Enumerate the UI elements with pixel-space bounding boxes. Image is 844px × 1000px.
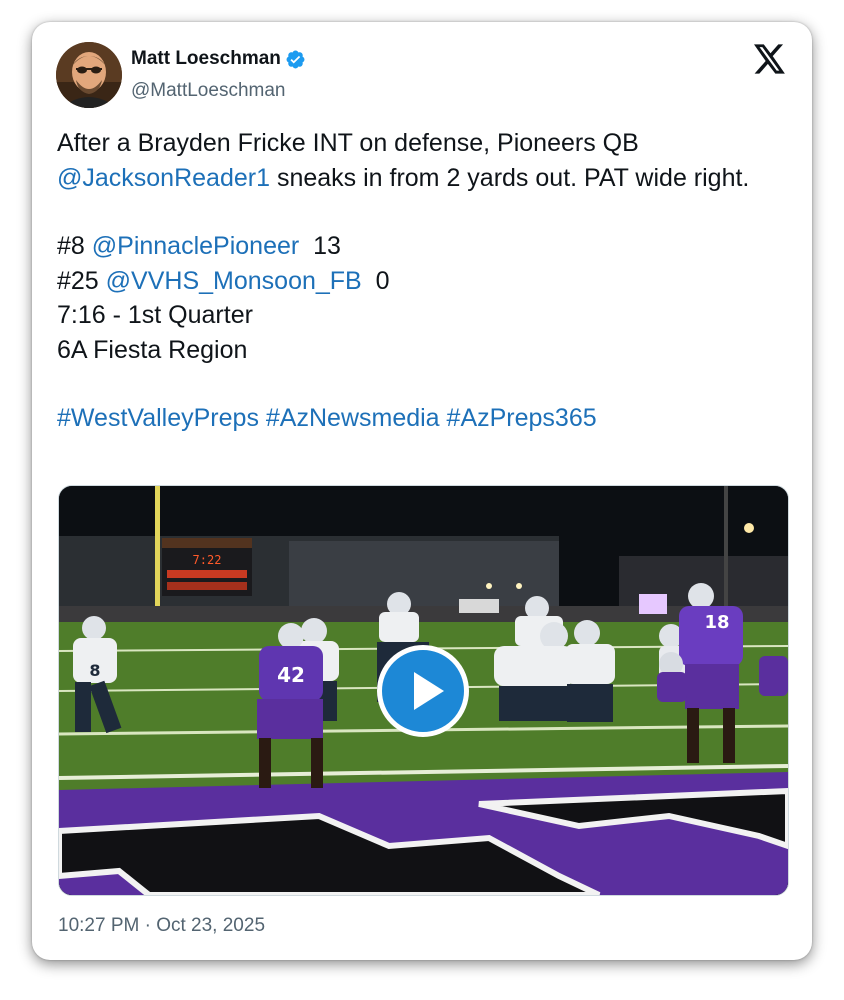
- tweet-text-line: After a Brayden Fricke INT on defense, P…: [57, 129, 639, 157]
- tweet-text-line: sneaks in from 2 yards out. PAT wide rig…: [270, 163, 750, 192]
- video-media[interactable]: 7:22 8 42 18: [58, 485, 789, 896]
- tweet-paragraph-play: After a Brayden Fricke INT on defense, P…: [57, 126, 792, 195]
- jersey-number: 18: [704, 612, 729, 633]
- author-display-name[interactable]: Matt Loeschman: [131, 48, 281, 70]
- author-name-row[interactable]: Matt Loeschman: [131, 48, 306, 70]
- x-logo-icon[interactable]: [754, 44, 786, 74]
- play-icon: [414, 672, 444, 710]
- team2-score: 0: [361, 266, 390, 295]
- scoreboard-clock: 7:22: [193, 553, 222, 567]
- tweet-timestamp[interactable]: 10:27 PM · Oct 23, 2025: [58, 915, 265, 937]
- avatar[interactable]: [56, 42, 122, 108]
- hashtag-aznewsmedia[interactable]: #AzNewsmedia: [266, 404, 440, 432]
- author-handle[interactable]: @MattLoeschman: [131, 80, 285, 102]
- hashtag-line: #WestValleyPreps #AzNewsmedia #AzPreps36…: [57, 401, 792, 436]
- verified-badge-icon: [286, 50, 305, 68]
- mention-jacksonreader1[interactable]: @JacksonReader1: [57, 164, 270, 192]
- team2-rank: #25: [57, 266, 106, 295]
- score-line-team1: #8 @PinnaclePioneer 13: [57, 229, 792, 264]
- mention-pinnaclepioneer[interactable]: @PinnaclePioneer: [92, 232, 299, 260]
- mention-vvhs-monsoon-fb[interactable]: @VVHS_Monsoon_FB: [106, 267, 362, 295]
- team1-score: 13: [299, 232, 341, 260]
- avatar-image: [56, 42, 122, 108]
- play-button[interactable]: [377, 645, 469, 737]
- jersey-number: 8: [89, 661, 100, 680]
- team1-rank: #8: [57, 232, 92, 260]
- tweet-body: After a Brayden Fricke INT on defense, P…: [57, 126, 792, 436]
- hashtag-westvalleypreps[interactable]: #WestValleyPreps: [57, 404, 259, 432]
- game-clock: 7:16 - 1st Quarter: [57, 301, 253, 329]
- tweet-card: Matt Loeschman @MattLoeschman After a Br…: [32, 22, 812, 960]
- score-line-team2: #25 @VVHS_Monsoon_FB 0: [57, 264, 792, 299]
- game-region: 6A Fiesta Region: [57, 335, 248, 364]
- jersey-number: 42: [277, 663, 305, 687]
- hashtag-azpreps365[interactable]: #AzPreps365: [447, 404, 597, 432]
